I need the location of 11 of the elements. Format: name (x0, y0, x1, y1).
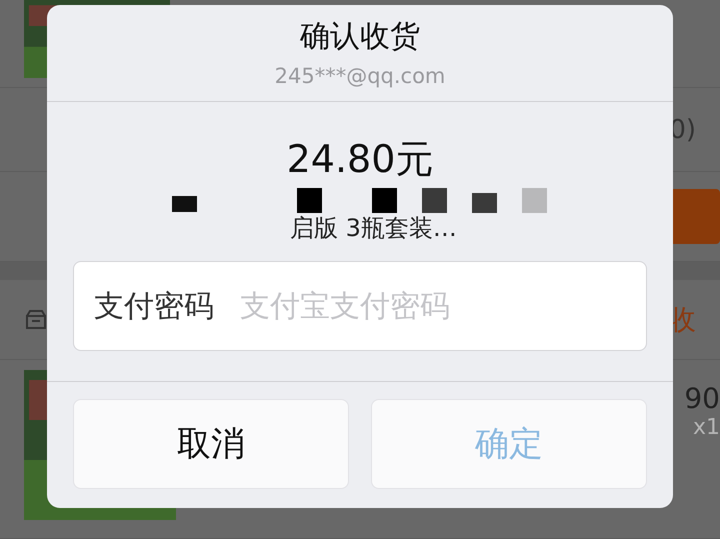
dialog-title: 确认收货 (300, 19, 420, 55)
product-name: 启版 3瓶套装… (290, 213, 457, 243)
password-label: 支付密码 (94, 288, 214, 326)
price-text: 90 (684, 382, 720, 415)
account-text: 245***@qq.com (274, 63, 446, 89)
cancel-button[interactable]: 取消 (73, 399, 349, 489)
password-field[interactable]: 支付密码 支付宝支付密码 (73, 261, 647, 351)
shop-icon (24, 308, 48, 332)
quantity-text: x1 (692, 415, 720, 440)
password-input[interactable]: 支付宝支付密码 (238, 288, 626, 324)
amount-text: 24.80元 (286, 136, 434, 182)
